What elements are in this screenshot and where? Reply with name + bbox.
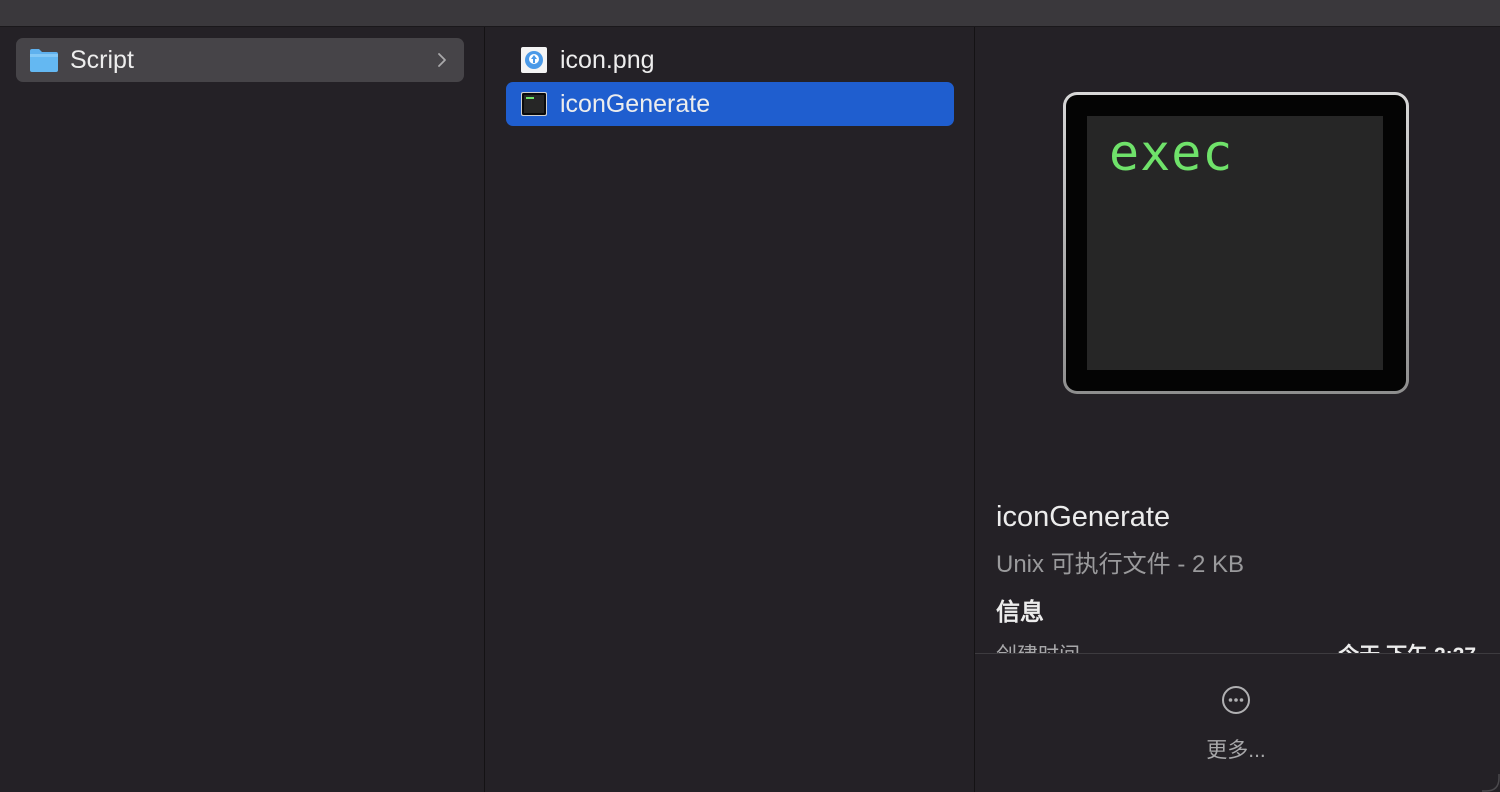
info-heading: 信息 <box>996 599 1044 626</box>
window-corner <box>1482 774 1500 792</box>
folder-row-script[interactable]: Script <box>16 38 464 82</box>
toolbar-edge <box>0 0 1500 27</box>
finder-window: Script icon.png iconGenerate exec iconGe… <box>0 0 1500 792</box>
file-label: iconGenerate <box>560 89 711 118</box>
chevron-right-icon <box>438 53 446 67</box>
preview-pane: exec iconGenerate Unix 可执行文件 - 2 KB 信息 创… <box>975 27 1500 792</box>
column-2[interactable]: icon.png iconGenerate <box>485 27 975 792</box>
column-1[interactable]: Script <box>0 27 485 792</box>
png-file-icon <box>521 47 547 73</box>
divider <box>975 653 1500 654</box>
folder-label: Script <box>70 45 134 74</box>
unix-executable-icon <box>521 92 547 116</box>
folder-icon <box>30 49 58 72</box>
exec-text: exec <box>1109 124 1234 182</box>
exec-preview-icon: exec <box>1063 92 1409 394</box>
more-button[interactable]: 更多... <box>1184 684 1288 764</box>
file-row-icon-png[interactable]: icon.png <box>506 38 954 82</box>
preview-frame: exec <box>1063 92 1409 394</box>
info-row-value: 今天 下午 2:27 <box>1338 639 1476 653</box>
preview-file-name: iconGenerate <box>996 501 1171 533</box>
file-row-icongenerate[interactable]: iconGenerate <box>506 82 954 126</box>
info-row-created: 创建时间 今天 下午 2:27 <box>996 633 1476 653</box>
preview-file-type: Unix 可执行文件 - 2 KB <box>996 551 1245 578</box>
ellipsis-circle-icon <box>1222 686 1250 714</box>
more-label: 更多... <box>1206 739 1266 762</box>
info-row-label: 创建时间 <box>996 639 1080 653</box>
preview-screen: exec <box>1087 116 1383 370</box>
file-label: icon.png <box>560 45 655 74</box>
